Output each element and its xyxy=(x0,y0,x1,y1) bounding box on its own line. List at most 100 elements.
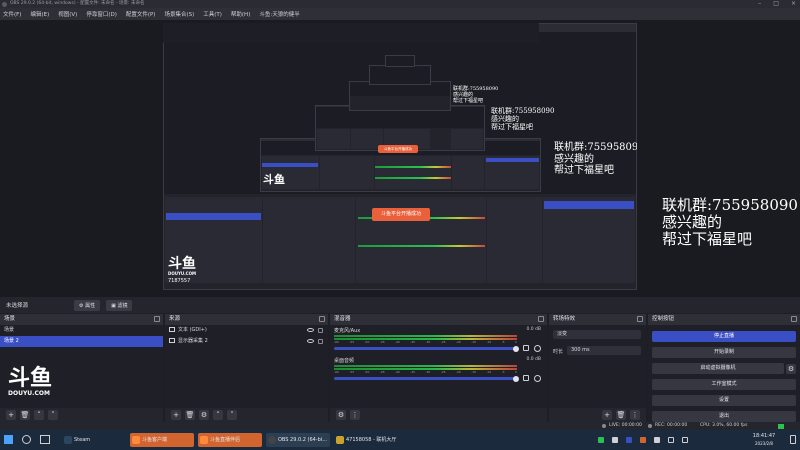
properties-button[interactable]: ⚙ 属性 xyxy=(74,299,101,311)
windows-taskbar: Steam 斗鱼客户端 斗鱼直播伴侣 OBS 29.0.2 (64-bi... … xyxy=(0,430,800,450)
menu-bar: 文件(F) 编辑(E) 视图(V) 停靠窗口(D) 配置文件(P) 场景集合(S… xyxy=(0,8,800,20)
add-source-button[interactable]: + xyxy=(171,410,181,420)
close-icon[interactable]: × xyxy=(791,0,796,8)
overlay-text-medium: 联机群:755958090 感兴趣的 帮过下福星吧 xyxy=(491,107,555,132)
transition-type-select[interactable]: 淡变 xyxy=(553,330,641,339)
lobby-icon xyxy=(336,436,344,444)
tray-icon[interactable] xyxy=(598,437,604,443)
scene-up-button[interactable]: ˄ xyxy=(34,410,44,420)
scene-item[interactable]: 场景 xyxy=(0,325,163,336)
volume-icon[interactable] xyxy=(682,437,688,443)
undock-icon[interactable] xyxy=(791,316,797,322)
undock-icon[interactable] xyxy=(637,316,643,322)
menu-profile[interactable]: 配置文件(P) xyxy=(126,10,156,18)
sources-title: 来源 xyxy=(169,316,181,322)
exit-button[interactable]: 退出 xyxy=(652,411,796,422)
source-settings-gear-icon[interactable]: ⚙ xyxy=(199,410,209,420)
menu-edit[interactable]: 编辑(E) xyxy=(30,10,49,18)
settings-button[interactable]: 设置 xyxy=(652,395,796,406)
minimize-icon[interactable]: – xyxy=(758,0,761,8)
no-source-label: 未选择源 xyxy=(6,303,29,309)
source-down-button[interactable]: ˅ xyxy=(227,410,237,420)
menu-file[interactable]: 文件(F) xyxy=(3,10,21,18)
taskbar-douyu-companion[interactable]: 斗鱼直播伴侣 xyxy=(198,433,262,447)
virtual-camera-gear-icon[interactable]: ⚙ xyxy=(786,363,796,374)
studio-mode-button[interactable]: 工作室模式 xyxy=(652,379,796,390)
tray-icon[interactable] xyxy=(612,437,618,443)
speaker-icon[interactable] xyxy=(523,375,529,381)
scenes-title: 场景 xyxy=(4,316,16,322)
douyu-icon xyxy=(132,436,140,444)
taskbar-steam[interactable]: Steam xyxy=(62,433,122,447)
channel-name: 桌面音频 xyxy=(334,358,355,364)
lock-icon[interactable] xyxy=(318,339,323,344)
taskbar-obs[interactable]: OBS 29.0.2 (64-bi... xyxy=(266,433,330,447)
tray-icon[interactable] xyxy=(640,437,646,443)
notification-icon[interactable] xyxy=(790,435,796,444)
remove-scene-button[interactable]: 🗑 xyxy=(20,410,30,420)
menu-tools[interactable]: 工具(T) xyxy=(203,10,222,18)
start-recording-button[interactable]: 开始录制 xyxy=(652,347,796,358)
menu-help[interactable]: 帮助(H) xyxy=(231,10,250,18)
add-scene-button[interactable]: + xyxy=(6,410,16,420)
mixer-settings-gear-icon[interactable]: ⚙ xyxy=(336,410,346,420)
transition-menu-icon[interactable]: ⋮ xyxy=(630,410,640,420)
volume-slider[interactable] xyxy=(334,375,519,382)
visibility-eye-icon[interactable] xyxy=(307,339,314,343)
undock-icon[interactable] xyxy=(154,316,160,322)
live-time: LIVE: 00:00:00 xyxy=(609,423,642,428)
task-view-icon[interactable] xyxy=(40,435,50,444)
gear-icon[interactable] xyxy=(534,375,541,382)
obs-app-icon xyxy=(2,1,7,7)
windows-start-icon[interactable] xyxy=(4,435,13,444)
add-transition-button[interactable]: + xyxy=(602,410,612,420)
transition-duration-input[interactable]: 300 ms xyxy=(567,346,641,355)
tray-icon[interactable] xyxy=(654,437,660,443)
lock-icon[interactable] xyxy=(318,328,323,333)
source-up-button[interactable]: ˄ xyxy=(213,410,223,420)
controls-dock: 控制按钮 停止直播 开始录制 启动虚拟摄像机 ⚙ 工作室模式 设置 退出 xyxy=(648,314,800,422)
scene-item-selected[interactable]: 场景 2 xyxy=(0,336,163,347)
meter-ticks: -60 -55 -50 -45 -40 -35 -30 -25 -20 -15 -10 -5 0 xyxy=(334,340,517,344)
douyu-logo-small: 斗鱼 xyxy=(263,173,285,186)
undock-icon[interactable] xyxy=(538,316,544,322)
preview-canvas[interactable]: 联机群:755958090 感兴趣的 帮过下福星吧 联机群:755958090 感兴趣… xyxy=(163,23,637,290)
taskbar-lobby[interactable]: 47158058 - 联机大厅 xyxy=(334,433,404,447)
menu-docks[interactable]: 停靠窗口(D) xyxy=(86,10,117,18)
search-icon[interactable] xyxy=(22,435,31,444)
obs-icon xyxy=(268,436,276,444)
douyu-icon xyxy=(200,436,208,444)
visibility-eye-icon[interactable] xyxy=(307,328,314,332)
remove-transition-button[interactable]: 🗑 xyxy=(616,410,626,420)
stop-streaming-button[interactable]: 停止直播 xyxy=(652,331,796,342)
mixer-menu-icon[interactable]: ⋮ xyxy=(350,410,360,420)
gear-icon[interactable] xyxy=(534,345,541,352)
monitor-source-icon xyxy=(169,338,175,343)
network-icon[interactable] xyxy=(668,437,674,443)
channel-db: 0.0 dB xyxy=(526,327,541,332)
status-bar: LIVE: 00:00:00 REC: 00:00:00 CPU: 3.0%, … xyxy=(0,422,800,430)
taskbar-douyu-client[interactable]: 斗鱼客户端 xyxy=(130,433,194,447)
start-virtual-camera-button[interactable]: 启动虚拟摄像机 xyxy=(652,363,784,374)
scene-down-button[interactable]: ˅ xyxy=(48,410,58,420)
tray-icon[interactable] xyxy=(626,437,632,443)
undock-icon[interactable] xyxy=(319,316,325,322)
menu-view[interactable]: 视图(V) xyxy=(58,10,77,18)
filters-button[interactable]: ▣ 滤镜 xyxy=(106,299,133,311)
overlay-text-main: 联机群:755958090 感兴趣的 帮过下福星吧 xyxy=(662,196,798,248)
menu-douyu[interactable]: 斗鱼:天狼的健半 xyxy=(259,10,299,18)
menu-scene-collection[interactable]: 场景集合(S) xyxy=(164,10,194,18)
overlay-text-large: 联机群:755958090 感兴趣的 帮过下福星吧 xyxy=(554,142,637,176)
maximize-icon[interactable]: □ xyxy=(773,0,779,8)
captured-menu-strip xyxy=(163,23,539,43)
remove-source-button[interactable]: 🗑 xyxy=(185,410,195,420)
source-item-text[interactable]: 文本 (GDI+) xyxy=(165,325,328,336)
source-item-display[interactable]: 显示器采集 2 xyxy=(165,336,328,347)
captured-obs-frame-6 xyxy=(385,55,415,67)
volume-slider[interactable] xyxy=(334,345,519,352)
meter-ticks: -60 -55 -50 -45 -40 -35 -30 -25 -20 -15 -10 -5 0 xyxy=(334,370,517,374)
transitions-dock: 转场特效 淡变 时长 300 ms + 🗑 ⋮ xyxy=(549,314,646,422)
taskbar-clock[interactable]: 18:41:47 2023/2/8 xyxy=(744,433,784,447)
speaker-icon[interactable] xyxy=(523,345,529,351)
window-titlebar: OBS 29.0.2 (64-bit, windows) - 配置文件: 未命名… xyxy=(0,0,800,8)
